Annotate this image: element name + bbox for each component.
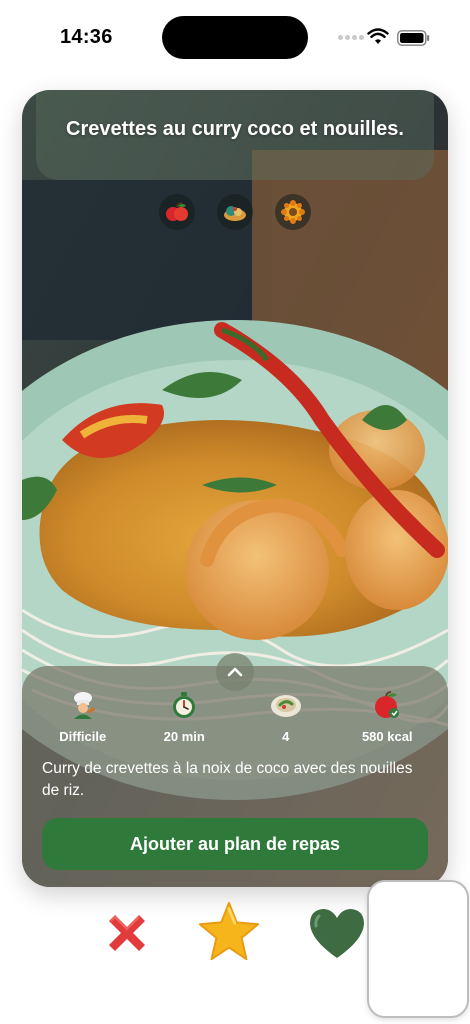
- stat-servings-label: 4: [282, 729, 290, 744]
- recipe-tags: [22, 194, 448, 230]
- stat-servings: 4: [241, 688, 331, 744]
- floating-overlay-box: [367, 880, 469, 1018]
- cross-icon: [109, 915, 145, 951]
- favorite-button[interactable]: [196, 900, 262, 966]
- recipe-card[interactable]: Crevettes au curry coco et nouilles. Dif…: [22, 90, 448, 887]
- signal-icon: [338, 35, 364, 40]
- stat-difficulty: Difficile: [38, 688, 128, 744]
- apple-calories-icon: [370, 688, 404, 722]
- stat-calories-label: 580 kcal: [361, 729, 413, 744]
- battery-icon: [397, 30, 430, 46]
- recipe-title: Crevettes au curry coco et nouilles.: [66, 118, 404, 140]
- status-bar: 14:36: [0, 0, 470, 76]
- apple-icon: [159, 194, 195, 230]
- chef-icon: [66, 688, 100, 722]
- add-to-meal-plan-button[interactable]: Ajouter au plan de repas: [42, 818, 428, 870]
- plate-icon: [269, 688, 303, 722]
- info-panel: Difficile 20 min 4 580 kcal Curry de cre…: [22, 666, 448, 887]
- heart-icon: [310, 909, 364, 958]
- stat-time-label: 20 min: [163, 729, 205, 744]
- expand-details-button[interactable]: [216, 653, 254, 691]
- dislike-button[interactable]: [94, 900, 160, 966]
- recipe-stats: Difficile 20 min 4 580 kcal: [22, 688, 448, 744]
- star-icon: [198, 901, 260, 961]
- stat-time: 20 min: [139, 688, 229, 744]
- status-time: 14:36: [60, 26, 113, 48]
- spice-icon: [275, 194, 311, 230]
- lunch-bowl-icon: [217, 194, 253, 230]
- like-button[interactable]: [304, 900, 370, 966]
- stat-calories: 580 kcal: [342, 688, 432, 744]
- wifi-icon: [367, 28, 389, 44]
- stat-difficulty-label: Difficile: [59, 729, 107, 744]
- chevron-up-icon: [227, 667, 243, 677]
- recipe-description: Curry de crevettes à la noix de coco ave…: [42, 760, 413, 799]
- dynamic-island: [162, 16, 308, 59]
- stopwatch-icon: [167, 688, 201, 722]
